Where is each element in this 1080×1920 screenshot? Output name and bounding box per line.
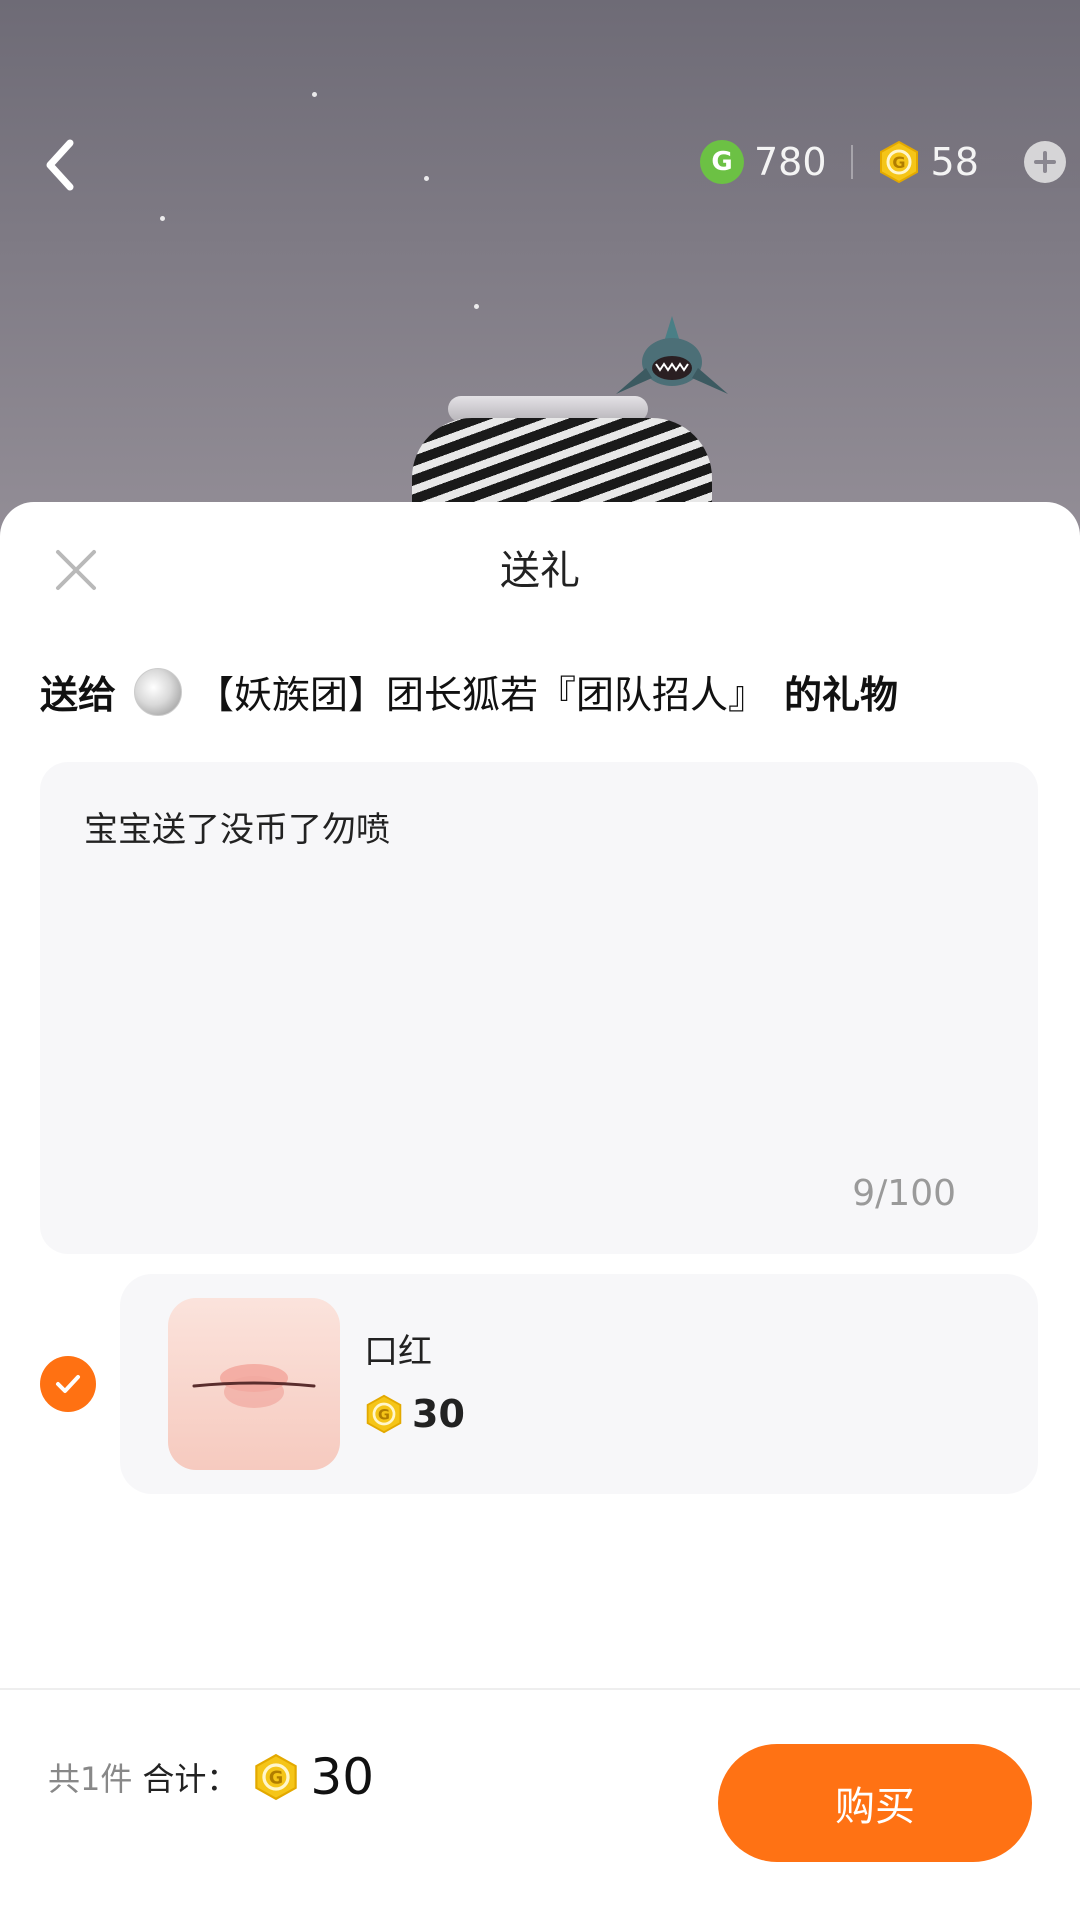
- gift-price: G 30: [364, 1392, 465, 1436]
- currency-bar: G 780 G 58: [680, 136, 1080, 188]
- star: [312, 92, 317, 97]
- star: [424, 176, 429, 181]
- green-coin-value: 780: [754, 140, 827, 184]
- recipient-suffix: 的礼物: [784, 673, 899, 717]
- gold-coin-icon: G: [366, 1394, 402, 1434]
- chevron-left-icon: [46, 139, 74, 191]
- gift-select-checkbox[interactable]: [40, 1356, 96, 1412]
- gold-coin-value: 58: [930, 140, 979, 184]
- divider: [850, 145, 853, 179]
- plus-icon: [1034, 151, 1056, 173]
- gift-price-value: 30: [412, 1392, 465, 1436]
- recipient-avatar: [134, 667, 183, 716]
- check-icon: [56, 1375, 80, 1393]
- svg-text:G: G: [269, 1769, 283, 1789]
- gold-coin-balance: G 58: [877, 140, 979, 184]
- buy-button[interactable]: 购买: [718, 1744, 1032, 1862]
- recipient-line: 送给 【妖族团】团长狐若『团队招人』 的礼物: [40, 664, 898, 719]
- add-coins-button[interactable]: [1024, 141, 1066, 183]
- message-input[interactable]: 宝宝送了没币了勿喷 9/100: [40, 762, 1038, 1254]
- gift-sheet: 送礼 送给 【妖族团】团长狐若『团队招人』 的礼物 宝宝送了没币了勿喷 9/10…: [0, 502, 1080, 1920]
- recipient-prefix: 送给: [40, 673, 117, 717]
- green-coin-balance: G 780: [700, 140, 827, 184]
- recipient-name: 【妖族团】团长狐若『团队招人』: [196, 673, 767, 717]
- svg-text:G: G: [892, 153, 905, 172]
- green-coin-icon: G: [700, 140, 744, 184]
- gift-item-card[interactable]: 口红 G 30: [120, 1274, 1038, 1494]
- svg-text:G: G: [378, 1407, 390, 1423]
- lips-icon: [192, 1364, 316, 1408]
- item-count: 共1件: [48, 1760, 133, 1798]
- total-label: 合计：: [142, 1760, 239, 1798]
- total-value: 30: [310, 1748, 375, 1806]
- gold-coin-icon: G: [879, 140, 918, 184]
- screen: G 780 G 58 送礼 送给 【妖族团】团长狐若『团队招人』 的礼物 宝宝送…: [0, 0, 1080, 1920]
- total-summary: 共1件 合计： G 30: [48, 1748, 374, 1806]
- star: [474, 304, 479, 309]
- star: [160, 216, 165, 221]
- shark-character: [616, 316, 728, 394]
- message-text: 宝宝送了没币了勿喷: [84, 810, 390, 850]
- gold-coin-icon: G: [255, 1753, 298, 1801]
- message-char-count: 9/100: [852, 1173, 956, 1214]
- sheet-title: 送礼: [500, 548, 580, 594]
- gift-name: 口红: [364, 1332, 432, 1372]
- lipstick-gift-image: [168, 1298, 340, 1470]
- back-button[interactable]: [30, 120, 90, 210]
- footer-divider: [0, 1688, 1080, 1690]
